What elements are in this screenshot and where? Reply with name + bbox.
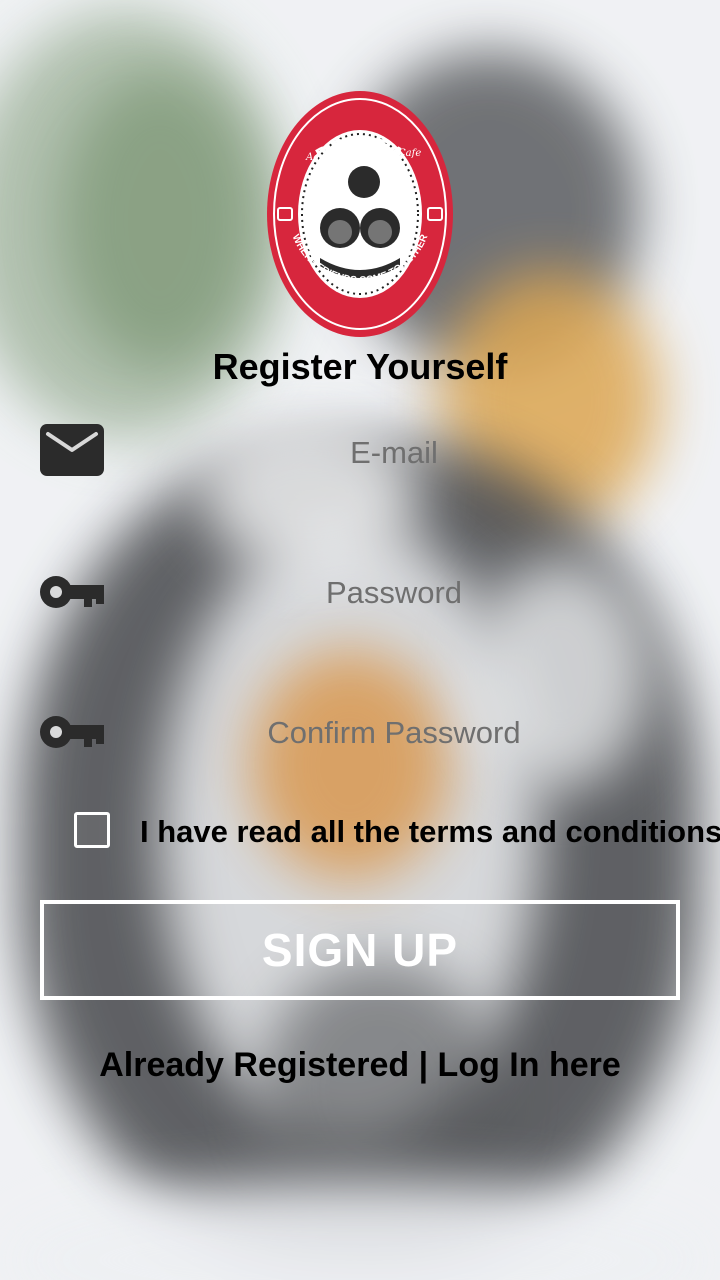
confirm-password-row [40,702,680,762]
dostea-logo: DOSTEA Aapi Cafe WHERE FRIENDS COME TOGE… [267,91,453,337]
mail-icon [40,424,104,476]
already-registered-text: Already Registered [99,1046,410,1084]
page-title: Register Yourself [212,346,508,387]
password-field[interactable] [144,568,644,618]
login-prompt: Already Registered | Log In here [0,1046,720,1085]
confirm-password-field[interactable] [144,708,644,758]
key-icon [40,716,104,748]
sign-up-button[interactable]: SIGN UP [40,900,680,1000]
email-field[interactable] [144,428,644,478]
email-row [40,422,680,482]
key-icon [40,576,104,608]
password-row [40,562,680,622]
terms-row: I have read all the terms and conditions [74,810,720,860]
terms-label: I have read all the terms and conditions [140,814,720,849]
log-in-link[interactable]: Log In here [438,1046,621,1084]
login-separator: | [418,1046,429,1084]
logo-left-script: Aapi [305,152,329,163]
terms-checkbox[interactable] [74,812,110,848]
logo-right-script: Cafe [398,148,421,159]
